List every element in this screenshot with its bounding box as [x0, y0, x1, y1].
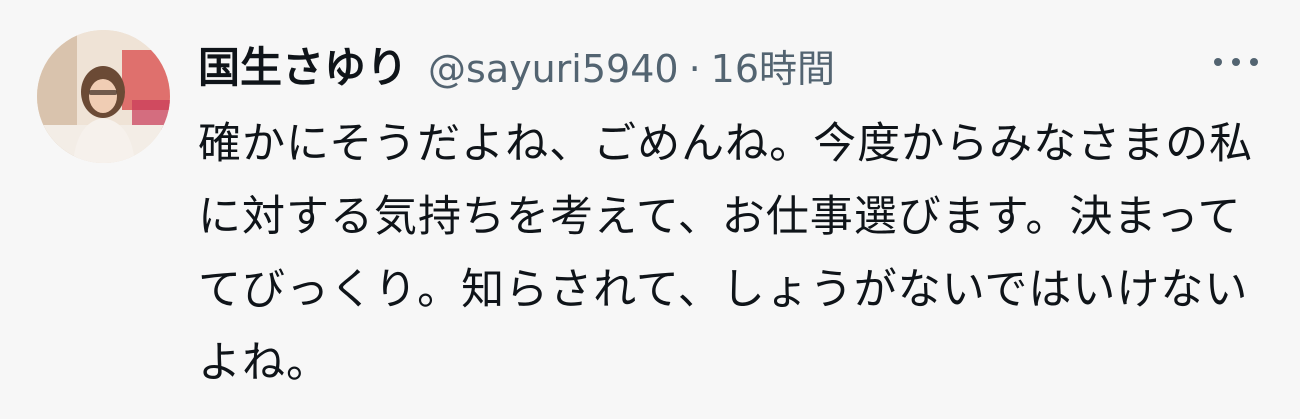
more-horizontal-icon[interactable]: [1214, 52, 1258, 72]
timestamp[interactable]: 16時間: [711, 38, 835, 93]
separator-dot: ·: [688, 47, 701, 91]
avatar[interactable]: [37, 30, 170, 163]
more-dot: [1250, 58, 1258, 66]
tweet-header: 国生さゆり @sayuri5940 · 16時間: [198, 34, 1258, 100]
tweet-content: 国生さゆり @sayuri5940 · 16時間 確かにそうだよね、ごめんね。今…: [198, 34, 1258, 400]
tweet-text: 確かにそうだよね、ごめんね。今度からみなさまの私に対する気持ちを考えて、お仕事選…: [198, 119, 1254, 388]
more-dot: [1232, 58, 1240, 66]
author-handle[interactable]: @sayuri5940: [428, 47, 679, 91]
author-name[interactable]: 国生さゆり: [198, 34, 408, 95]
more-dot: [1214, 58, 1222, 66]
avatar-image: [37, 30, 170, 163]
tweet: 国生さゆり @sayuri5940 · 16時間 確かにそうだよね、ごめんね。今…: [0, 0, 1300, 419]
